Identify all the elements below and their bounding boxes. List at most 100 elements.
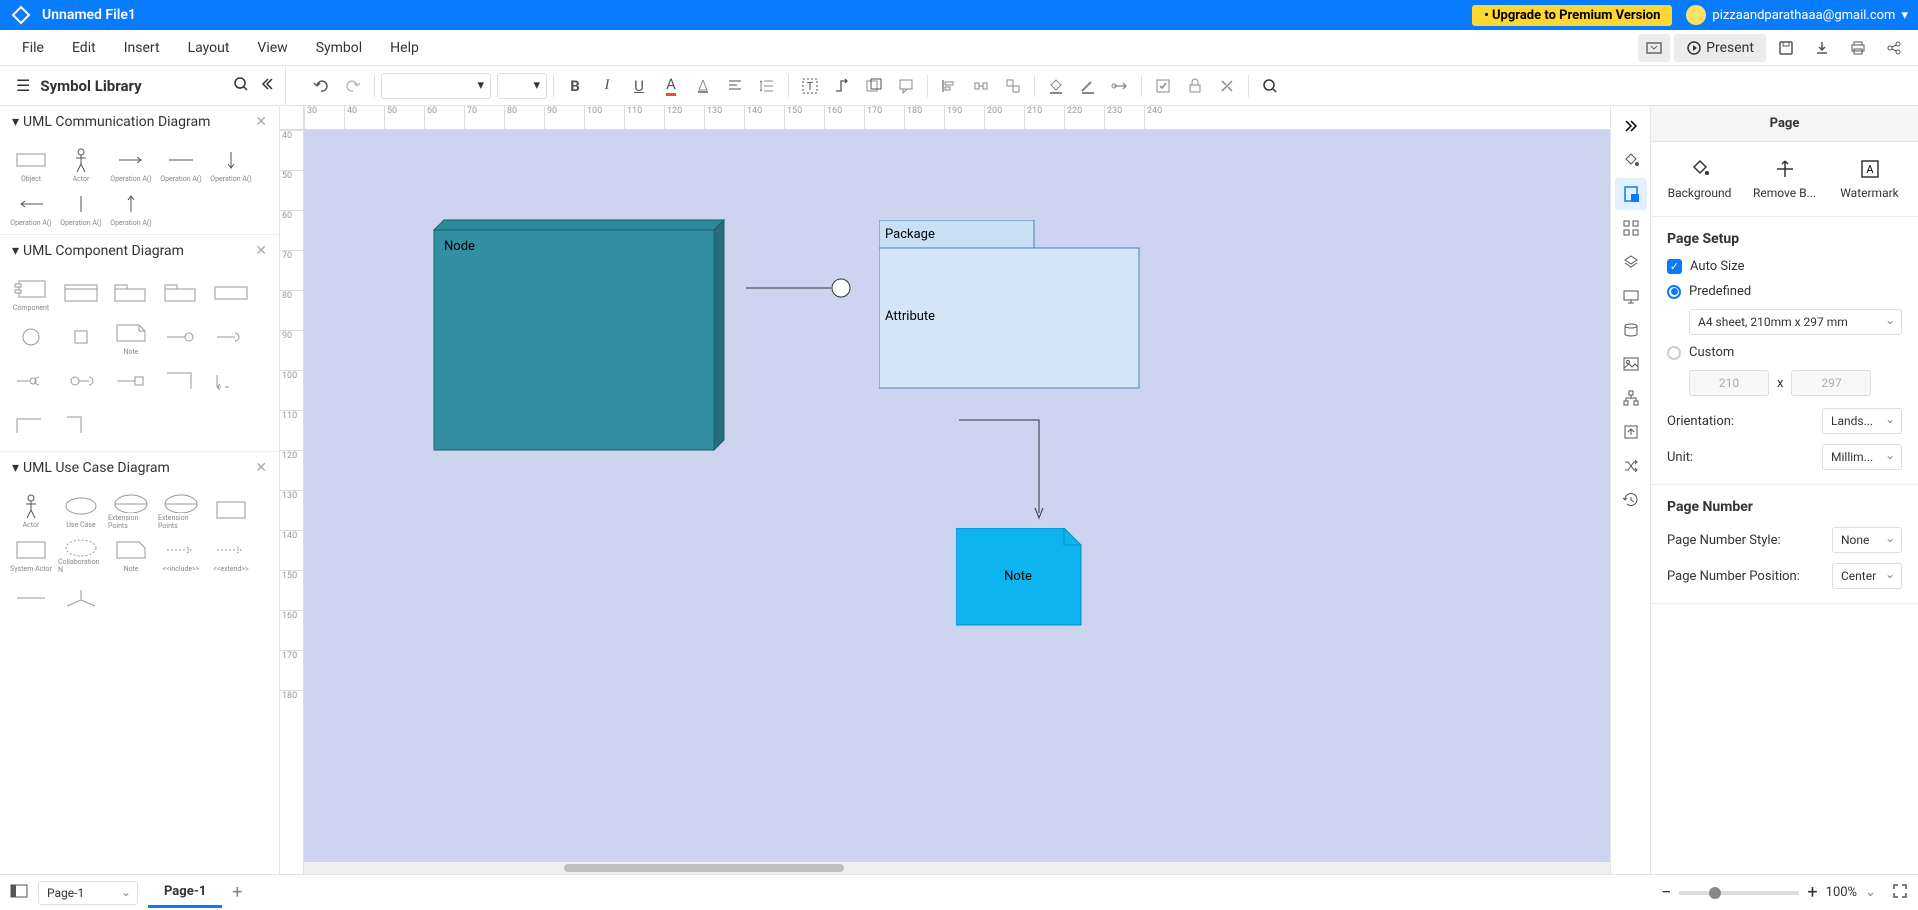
shape-square-small[interactable] (58, 317, 104, 357)
tools-button[interactable] (1212, 71, 1242, 101)
bold-button[interactable]: B (560, 71, 590, 101)
shape-interface-required[interactable] (208, 317, 254, 357)
category-uml-communication[interactable]: ▾ UML Communication Diagram✕ (0, 106, 279, 138)
checkbox-tool-button[interactable] (1148, 71, 1178, 101)
fullscreen-icon[interactable] (1892, 883, 1908, 903)
paper-size-select[interactable]: A4 sheet, 210mm x 297 mm (1689, 309, 1902, 335)
italic-button[interactable]: I (592, 71, 622, 101)
shape-actor[interactable]: Actor (58, 144, 104, 184)
add-page-button[interactable]: + (232, 882, 242, 903)
shape-op-arrow-left[interactable]: Operation A() (8, 188, 54, 228)
shape-dashed-arrow[interactable] (208, 361, 254, 401)
image-icon[interactable] (1615, 348, 1647, 380)
shape-extpoints[interactable]: Extension Points (108, 490, 154, 530)
width-input[interactable] (1689, 370, 1769, 396)
font-family-dropdown[interactable]: ▾ (381, 73, 491, 99)
line-spacing-button[interactable] (752, 71, 782, 101)
category-uml-use-case[interactable]: ▾ UML Use Case Diagram✕ (0, 451, 279, 484)
background-tool[interactable]: Background (1660, 158, 1740, 200)
zoom-value[interactable]: 100% (1826, 885, 1857, 900)
fill-tool-icon[interactable] (1615, 144, 1647, 176)
zoom-out-button[interactable]: − (1661, 882, 1671, 903)
shape-object[interactable]: Object (8, 144, 54, 184)
zoom-in-button[interactable]: + (1807, 882, 1817, 903)
print-button[interactable] (1842, 34, 1874, 62)
line-style-button[interactable] (1073, 71, 1103, 101)
focus-mode-button[interactable] (1638, 34, 1670, 62)
save-button[interactable] (1770, 34, 1802, 62)
canvas[interactable]: Node Package Attribute (304, 130, 1610, 862)
shape-angle-line2[interactable] (8, 405, 54, 445)
watermark-tool[interactable]: A Watermark (1830, 158, 1910, 200)
shape-stereo[interactable] (208, 273, 254, 313)
diagram-node[interactable]: Node (414, 210, 734, 460)
shape-system[interactable] (208, 490, 254, 530)
text-tool-button[interactable]: T (795, 71, 825, 101)
underline-button[interactable]: U (624, 71, 654, 101)
diagram-arrow[interactable] (959, 418, 1049, 528)
shape-note-uc[interactable]: Note (108, 534, 154, 574)
close-icon[interactable]: ✕ (255, 243, 267, 259)
shape-system-actor[interactable]: System Actor (8, 534, 54, 574)
grid-icon[interactable] (1615, 212, 1647, 244)
menu-help[interactable]: Help (376, 34, 433, 62)
undo-button[interactable] (306, 71, 336, 101)
horizontal-scrollbar[interactable] (304, 862, 1610, 874)
layers-icon[interactable] (1615, 246, 1647, 278)
app-logo[interactable] (10, 4, 32, 26)
shape-interface-provided[interactable] (158, 317, 204, 357)
chevron-down-icon[interactable]: ⌄ (1865, 885, 1876, 900)
sitemap-icon[interactable] (1615, 382, 1647, 414)
shape-gen[interactable] (58, 578, 104, 618)
callout-button[interactable] (891, 71, 921, 101)
pages-icon[interactable] (10, 884, 28, 902)
remove-bg-tool[interactable]: Remove B... (1745, 158, 1825, 200)
shape-interface-circle-req[interactable] (58, 361, 104, 401)
file-title[interactable]: Unnamed File1 (42, 7, 136, 23)
shape-include[interactable]: <<include>> (158, 534, 204, 574)
shape-component2[interactable] (58, 273, 104, 313)
user-menu[interactable]: pizzaandparathaaa@gmail.com ▾ (1686, 5, 1908, 25)
shape-extend[interactable]: <<extend>> (208, 534, 254, 574)
close-icon[interactable]: ✕ (255, 114, 267, 130)
export-icon[interactable] (1615, 416, 1647, 448)
search-shape-button[interactable] (1255, 71, 1285, 101)
shape-angle-line[interactable] (158, 361, 204, 401)
font-size-dropdown[interactable]: ▾ (497, 73, 547, 99)
same-size-button[interactable] (998, 71, 1028, 101)
diagram-note[interactable]: Note (956, 528, 1086, 628)
predefined-radio[interactable]: Predefined (1667, 284, 1902, 299)
shape-collab[interactable]: Collaboration N (58, 534, 104, 574)
menu-view[interactable]: View (243, 34, 301, 62)
orientation-select[interactable]: Lands... (1822, 408, 1902, 434)
page-select[interactable]: Page-1 (38, 881, 138, 905)
shape-package[interactable] (108, 273, 154, 313)
zoom-slider[interactable] (1679, 891, 1799, 895)
line-ends-button[interactable] (1105, 71, 1135, 101)
unit-select[interactable]: Millim... (1822, 444, 1902, 470)
text-highlight-button[interactable] (688, 71, 718, 101)
menu-file[interactable]: File (8, 34, 58, 62)
shape-extpoints2[interactable]: Extension Points (158, 490, 204, 530)
present-button[interactable]: Present (1674, 34, 1766, 62)
shape-angle-line3[interactable] (58, 405, 104, 445)
auto-size-checkbox[interactable]: ✓Auto Size (1667, 259, 1902, 274)
symbol-library-panel[interactable]: ▾ UML Communication Diagram✕ Object Acto… (0, 106, 280, 874)
diagram-connector[interactable] (746, 278, 856, 298)
connector-button[interactable] (827, 71, 857, 101)
close-icon[interactable]: ✕ (255, 460, 267, 476)
height-input[interactable] (1791, 370, 1871, 396)
share-button[interactable] (1878, 34, 1910, 62)
align-left-button[interactable] (934, 71, 964, 101)
menu-layout[interactable]: Layout (174, 34, 244, 62)
shape-op-arrow-right[interactable]: Operation A() (108, 144, 154, 184)
page-tab[interactable]: Page-1 (148, 878, 222, 908)
upgrade-button[interactable]: • Upgrade to Premium Version (1472, 5, 1672, 26)
shape-op-line[interactable]: Operation A() (158, 144, 204, 184)
menu-edit[interactable]: Edit (58, 34, 110, 62)
shape-component[interactable]: Component (8, 273, 54, 313)
category-uml-component[interactable]: ▾ UML Component Diagram✕ (0, 234, 279, 267)
shape-actor2[interactable]: Actor (8, 490, 54, 530)
shape-op-arrow-down[interactable]: Operation A() (208, 144, 254, 184)
shape-op-arrow-up[interactable]: Operation A() (108, 188, 154, 228)
